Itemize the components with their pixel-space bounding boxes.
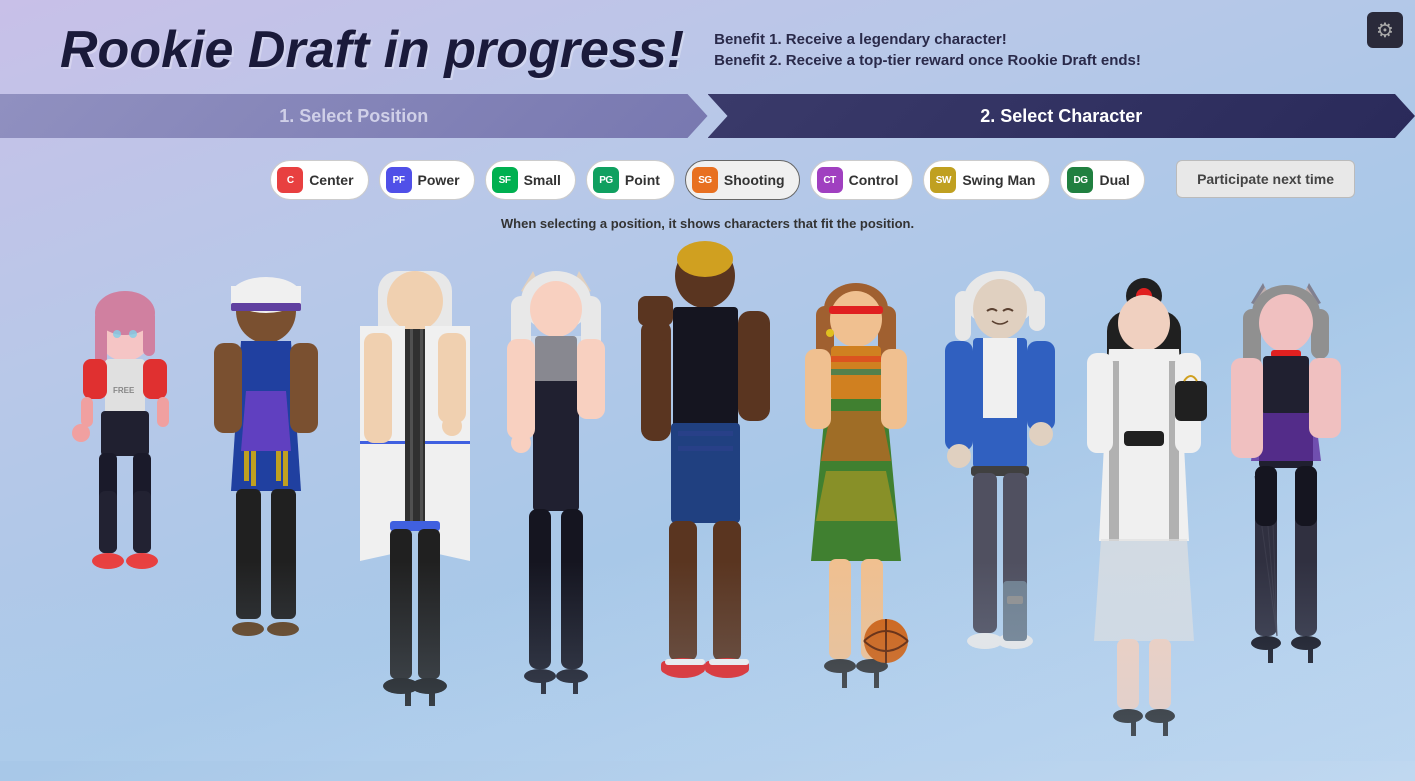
character-slot-7[interactable] [928,251,1072,751]
filter-point[interactable]: PG Point [586,160,675,200]
filter-center[interactable]: C Center [270,160,368,200]
settings-button[interactable]: ⚙ [1367,12,1403,48]
label-power: Power [418,172,460,188]
filter-shooting[interactable]: SG Shooting [685,160,800,200]
label-control: Control [849,172,899,188]
character-slot-9[interactable] [1216,261,1355,751]
badge-small: SF [492,167,518,193]
badge-shooting: SG [692,167,718,193]
label-dual: Dual [1099,172,1129,188]
character-slot-5[interactable] [626,221,785,751]
badge-power: PF [386,167,412,193]
label-shooting: Shooting [724,172,785,188]
benefit-2: Benefit 2. Receive a top-tier reward onc… [714,52,1141,69]
label-point: Point [625,172,660,188]
gear-icon: ⚙ [1376,18,1394,43]
step-1[interactable]: 1. Select Position [0,94,708,138]
label-center: Center [309,172,353,188]
filter-small[interactable]: SF Small [485,160,576,200]
svg-text:FREE: FREE [113,386,135,395]
filter-power[interactable]: PF Power [379,160,475,200]
benefits-section: Benefit 1. Receive a legendary character… [714,31,1141,69]
header: Rookie Draft in progress! Benefit 1. Rec… [0,0,1415,80]
label-swingman: Swing Man [962,172,1035,188]
filter-swingman[interactable]: SW Swing Man [923,160,1050,200]
character-slot-4[interactable] [487,251,626,751]
steps-navigation: 1. Select Position 2. Select Character [0,94,1415,138]
character-slot-6[interactable] [784,261,928,751]
badge-point: PG [593,167,619,193]
participate-next-time-button[interactable]: Participate next time [1176,160,1355,198]
main-content: Participate next time C Center PF Power … [0,138,1415,761]
character-slot-1[interactable]: FREE [60,271,189,751]
label-small: Small [524,172,561,188]
badge-control: CT [817,167,843,193]
badge-swingman: SW [930,167,956,193]
benefit-1: Benefit 1. Receive a legendary character… [714,31,1141,48]
character-slot-2[interactable] [189,251,343,751]
badge-dual: DG [1067,167,1093,193]
filter-control[interactable]: CT Control [810,160,914,200]
badge-center: C [277,167,303,193]
page-title: Rookie Draft in progress! [60,20,684,80]
character-slot-8[interactable] [1072,261,1216,751]
position-filters: C Center PF Power SF Small PG Point SG S… [60,138,1355,210]
filter-dual[interactable]: DG Dual [1060,160,1144,200]
character-slot-3[interactable] [343,241,487,751]
step-2[interactable]: 2. Select Character [708,94,1415,138]
characters-area: FREE [60,231,1355,761]
